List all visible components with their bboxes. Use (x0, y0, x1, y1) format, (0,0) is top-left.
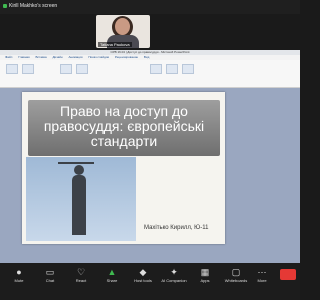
ribbon-tab[interactable]: Вставка (36, 55, 47, 59)
end-meeting-button[interactable] (280, 269, 296, 280)
tool-label: Share (106, 278, 118, 283)
share-button[interactable]: ▲ Share (97, 267, 127, 283)
host-tools-button[interactable]: ◆ Host tools (128, 267, 158, 283)
top-bar: Kirill Makhko's screen (0, 0, 300, 14)
ribbon-tab[interactable]: Анимация (68, 55, 82, 59)
apps-button[interactable]: ▦ Apps (190, 267, 220, 283)
shapes-button[interactable] (166, 64, 178, 74)
tool-label: AI Companion (161, 278, 187, 283)
shared-powerpoint-window: CPB 16.04 | Доступ до правосуддя - Micro… (0, 50, 300, 263)
ribbon-tab[interactable]: Показ слайдов (88, 55, 109, 59)
react-button[interactable]: ♡ React (66, 267, 96, 283)
heart-icon: ♡ (76, 267, 86, 277)
ai-companion-button[interactable]: ✦ AI Companion (159, 267, 189, 283)
participant-name: Tatiana Paukova (98, 42, 132, 47)
slide[interactable]: Право на доступ до правосуддя: європейсь… (22, 92, 225, 244)
screen-share-label[interactable]: Kirill Makhko's screen (3, 3, 57, 9)
arrange-button[interactable] (182, 64, 194, 74)
screen-share-text: Kirill Makhko's screen (9, 3, 58, 9)
statue-figure (72, 175, 86, 235)
whiteboards-button[interactable]: ▢ Whiteboards (221, 267, 251, 283)
statue-head (74, 165, 84, 175)
tool-label: More (257, 278, 267, 283)
slide-editing-area[interactable]: Право на доступ до правосуддя: європейсь… (0, 88, 300, 263)
tool-label: Chat (45, 278, 55, 283)
share-icon: ▲ (107, 267, 117, 277)
bold-button[interactable] (76, 64, 88, 74)
zoom-meeting-toolbar: ● Mute ▭ Chat ♡ React ▲ Share ◆ Host tools ✦ A… (0, 263, 300, 300)
whiteboard-icon: ▢ (231, 267, 241, 277)
chat-button[interactable]: ▭ Chat (35, 267, 65, 283)
ribbon-tab[interactable]: Вид (144, 55, 149, 59)
paragraph-controls[interactable] (150, 64, 162, 74)
participant-face (115, 18, 130, 35)
shield-icon: ◆ (139, 267, 147, 277)
screen-share-icon (3, 3, 7, 8)
ribbon-tab[interactable]: Дизайн (53, 55, 63, 59)
microphone-icon: ● (16, 267, 22, 277)
participant-video-tile[interactable]: Tatiana Paukova (96, 15, 150, 48)
mute-button[interactable]: ● Mute (4, 267, 34, 283)
tool-label: Host tools (134, 278, 152, 283)
slide-title-box[interactable]: Право на доступ до правосуддя: європейсь… (28, 100, 220, 156)
paste-button[interactable] (6, 64, 18, 74)
more-icon: ⋯ (257, 267, 267, 277)
ribbon-tab[interactable]: Файл (5, 55, 12, 59)
lady-justice-image (26, 157, 136, 241)
ribbon-toolbar (0, 60, 300, 88)
chat-icon: ▭ (45, 267, 55, 277)
tool-label: React (75, 278, 87, 283)
new-slide-button[interactable] (22, 64, 34, 74)
slide-author: Махітько Кирилл, Ю-11 (144, 225, 209, 231)
slide-title: Право на доступ до правосуддя: європейсь… (43, 103, 205, 149)
font-controls[interactable] (60, 64, 72, 74)
tool-label: Whiteboards (224, 278, 248, 283)
apps-icon: ▦ (200, 267, 210, 277)
scales-shape (58, 162, 94, 164)
tool-label: Mute (14, 278, 24, 283)
tool-label: Apps (200, 278, 210, 283)
more-button[interactable]: ⋯ More (252, 267, 272, 283)
sparkle-icon: ✦ (170, 267, 178, 277)
ribbon-tab[interactable]: Рецензирование (115, 55, 138, 59)
ribbon-tab[interactable]: Главная (18, 55, 29, 59)
